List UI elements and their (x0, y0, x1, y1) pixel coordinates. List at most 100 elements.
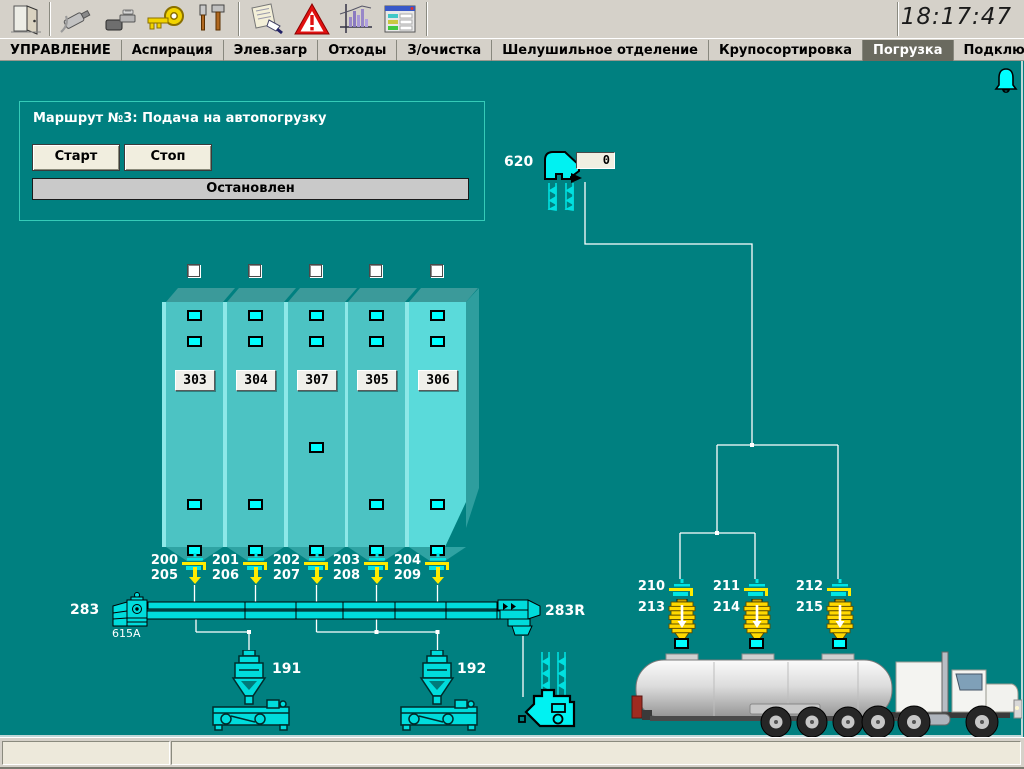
mimic-area: Маршрут №3: Подача на автопогрузку Старт… (0, 61, 1024, 737)
feeder-arrow-208[interactable] (370, 567, 384, 585)
spout-label-213: 213 (627, 601, 665, 615)
slide-gate-211[interactable] (742, 579, 772, 599)
loading-spout-215[interactable] (826, 599, 854, 639)
spout-label-214: 214 (702, 601, 740, 615)
slide-gate-212[interactable] (825, 579, 855, 599)
level-sensor-indicator (430, 336, 445, 347)
start-button[interactable]: Старт (32, 144, 120, 171)
toolbar-separator (49, 2, 51, 36)
gate-label-210: 210 (627, 580, 665, 594)
tab-elev-zagr[interactable]: Элев.загр (224, 40, 318, 61)
tanker-truck (630, 650, 1022, 738)
level-sensor-indicator (369, 336, 384, 347)
level-sensor-indicator (430, 310, 445, 321)
feeder-label-208: 208 (322, 569, 360, 583)
tab-kruposortirovka[interactable]: Крупосортировка (709, 40, 863, 61)
connector-icon[interactable] (100, 1, 144, 37)
weigher-label-192: 192 (457, 662, 486, 676)
hatch-indicator (832, 638, 847, 649)
silo-checkbox-305[interactable] (369, 264, 382, 277)
tab-shelushilnoe[interactable]: Шелушильное отделение (492, 40, 709, 61)
route-control-panel: Маршрут №3: Подача на автопогрузку Старт… (19, 101, 485, 221)
service-tools-icon[interactable] (190, 1, 234, 37)
elevator-boot-620[interactable] (518, 652, 588, 732)
level-sensor-indicator (187, 310, 202, 321)
silo-label-304: 304 (236, 370, 276, 391)
loading-spout-213[interactable] (668, 599, 696, 639)
tab-z-ochistka[interactable]: З/очистка (397, 40, 492, 61)
access-key-icon[interactable] (144, 1, 188, 37)
silo-top-303 (166, 288, 236, 302)
silo-checkbox-306[interactable] (430, 264, 443, 277)
feeder-label-207: 207 (262, 569, 300, 583)
level-sensor-indicator (248, 336, 263, 347)
silo-label-307: 307 (297, 370, 337, 391)
discharge-label-283R: 283R (545, 604, 585, 618)
toolbar-separator (897, 2, 899, 36)
silo-checkbox-307[interactable] (309, 264, 322, 277)
gate-label-200: 200 (140, 554, 178, 568)
stop-button[interactable]: Стоп (124, 144, 212, 171)
level-sensor-indicator (187, 499, 202, 510)
silo-checkbox-303[interactable] (187, 264, 200, 277)
belt-conveyor-283[interactable] (100, 591, 570, 641)
status-bar (0, 737, 1024, 769)
hatch-indicator (674, 638, 689, 649)
tab-upravlenie[interactable]: УПРАВЛЕНИЕ (0, 40, 122, 61)
toolbar-separator (426, 2, 428, 36)
level-sensor-indicator (369, 310, 384, 321)
alarm-bell-icon[interactable] (992, 67, 1020, 97)
level-sensor-indicator (248, 499, 263, 510)
route-status: Остановлен (32, 178, 469, 200)
feeder-label-209: 209 (383, 569, 421, 583)
com-cable-icon[interactable] (54, 1, 98, 37)
silo-edge (405, 302, 409, 547)
feeder-arrow-206[interactable] (249, 567, 263, 585)
silo-top-307 (288, 288, 358, 302)
feeder-label-205: 205 (140, 569, 178, 583)
toolbar-separator (238, 2, 240, 36)
feeder-arrow-207[interactable] (310, 567, 324, 585)
level-sensor-indicator (309, 310, 324, 321)
feeder-arrow-205[interactable] (188, 567, 202, 585)
tab-pogruzka[interactable]: Погрузка (863, 40, 954, 61)
weigher-label-191: 191 (272, 662, 301, 676)
exit-door-icon[interactable] (4, 1, 48, 37)
system-clock: 18:17:47 (901, 4, 1012, 30)
status-field-left (2, 741, 170, 765)
level-sensor-indicator (430, 499, 445, 510)
section-tabbar: УПРАВЛЕНИЕАспирацияЭлев.загрОтходыЗ/очис… (0, 39, 1024, 61)
silo-top-305 (348, 288, 418, 302)
feeder-label-206: 206 (201, 569, 239, 583)
tab-podklyuchenie[interactable]: Подключение (954, 40, 1024, 61)
level-sensor-indicator (187, 336, 202, 347)
level-sensor-indicator (369, 499, 384, 510)
silo-side-306 (466, 288, 479, 563)
alarms-icon[interactable] (290, 1, 334, 37)
level-sensor-indicator (309, 442, 324, 453)
feeder-arrow-209[interactable] (431, 567, 445, 585)
silo-label-305: 305 (357, 370, 397, 391)
gate-label-212: 212 (785, 580, 823, 594)
silo-label-303: 303 (175, 370, 215, 391)
trends-icon[interactable] (334, 1, 378, 37)
gate-label-211: 211 (702, 580, 740, 594)
drive-label-615A: 615A (112, 627, 141, 641)
toolbar: 18:17:47 (0, 0, 1024, 39)
elevator-label-620: 620 (504, 155, 533, 169)
level-sensor-indicator (309, 336, 324, 347)
route-title: Маршрут №3: Подача на автопогрузку (33, 111, 326, 126)
reports-icon[interactable] (378, 1, 422, 37)
silo-top-304 (227, 288, 297, 302)
slide-gate-210[interactable] (667, 579, 697, 599)
panel-edge (1021, 61, 1023, 737)
event-journal-icon[interactable] (244, 1, 288, 37)
silo-label-306: 306 (418, 370, 458, 391)
loading-spout-214[interactable] (743, 599, 771, 639)
tab-aspiraciya[interactable]: Аспирация (122, 40, 224, 61)
level-sensor-indicator (248, 310, 263, 321)
spout-label-215: 215 (785, 601, 823, 615)
silo-checkbox-304[interactable] (248, 264, 261, 277)
tab-othody[interactable]: Отходы (318, 40, 397, 61)
status-field-right (171, 741, 1021, 765)
